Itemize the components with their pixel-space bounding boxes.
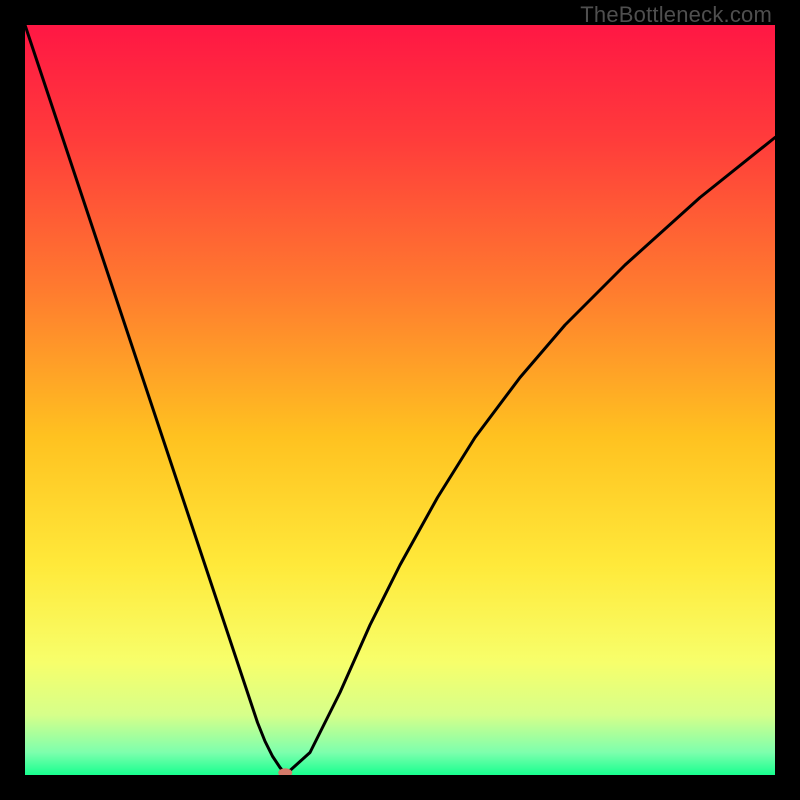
gradient-background [25, 25, 775, 775]
chart-frame [25, 25, 775, 775]
bottleneck-chart [25, 25, 775, 775]
